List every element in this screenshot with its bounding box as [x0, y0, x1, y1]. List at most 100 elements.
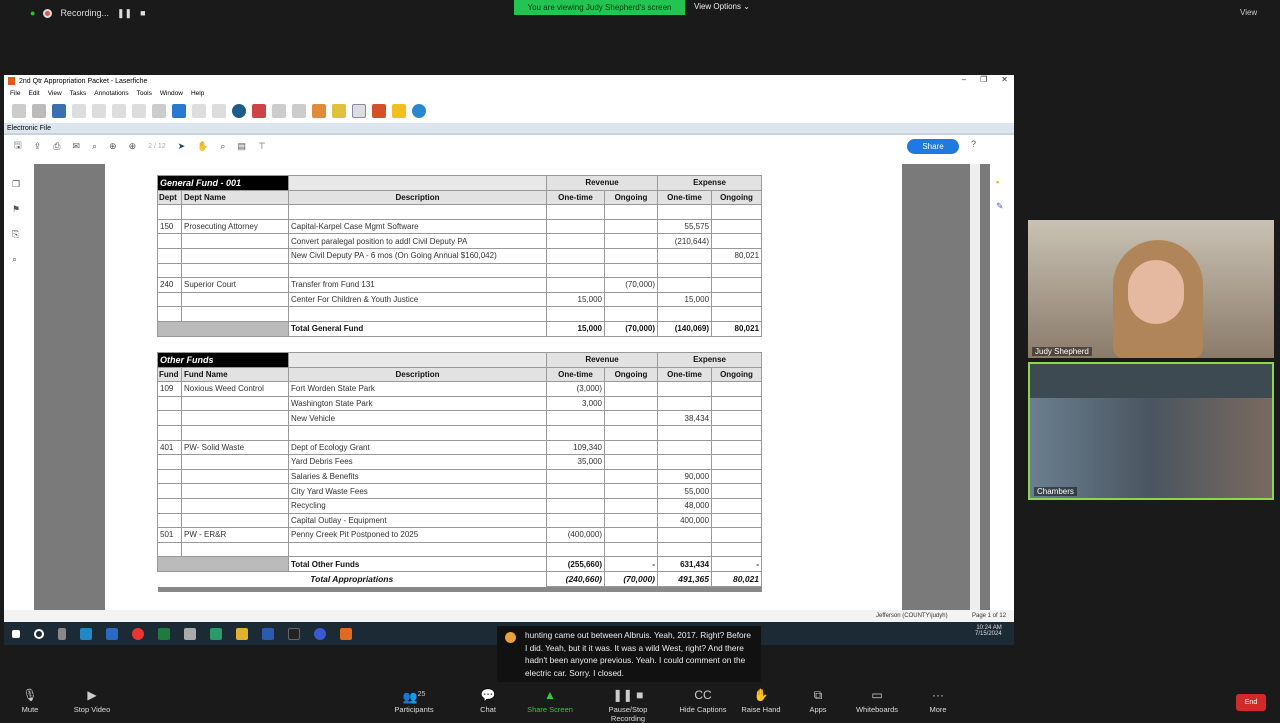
ocr-icon[interactable]	[232, 104, 246, 118]
email-icon[interactable]: ✉	[72, 141, 80, 152]
search-icon[interactable]	[34, 628, 44, 639]
fields-icon[interactable]	[312, 104, 326, 118]
view-button[interactable]: View	[1240, 8, 1257, 17]
star-icon[interactable]	[392, 104, 406, 118]
chrome-icon[interactable]	[132, 627, 144, 640]
more-icon: ···	[932, 688, 944, 702]
participants-button[interactable]: 👥25 Participants	[384, 685, 444, 714]
grand-total-cell: 491,365	[657, 570, 713, 587]
end-button[interactable]: End	[1236, 694, 1266, 711]
menu-edit[interactable]: Edit	[28, 90, 39, 97]
forward-icon[interactable]	[172, 104, 186, 118]
previous-page-icon[interactable]: ⊕	[109, 141, 117, 152]
tool-icon[interactable]	[72, 104, 86, 118]
comment-icon[interactable]: ▪	[996, 170, 1014, 194]
print-icon[interactable]	[32, 104, 46, 118]
task-view-icon[interactable]	[58, 627, 66, 640]
chat-button[interactable]: 💬 Chat	[458, 685, 518, 714]
page-icon[interactable]	[352, 104, 366, 118]
pause-recording-icon[interactable]: ❚❚	[117, 8, 132, 19]
upload-icon[interactable]: ⇪	[34, 141, 42, 152]
word-icon[interactable]	[262, 627, 274, 640]
text-icon[interactable]	[272, 104, 286, 118]
zoom-app-icon[interactable]	[314, 627, 326, 640]
attachment-icon[interactable]: ⎘	[12, 222, 34, 247]
raise-hand-button[interactable]: ✋ Raise Hand	[731, 685, 791, 714]
page-indicator[interactable]: 2 / 12	[148, 143, 166, 150]
back-icon[interactable]	[152, 104, 166, 118]
cell	[657, 395, 713, 412]
tool-icon[interactable]	[92, 104, 106, 118]
annotation-icon[interactable]: ✎	[996, 194, 1014, 218]
menu-window[interactable]: Window	[160, 90, 183, 97]
close-button[interactable]: ✕	[1001, 75, 1008, 84]
table-row	[157, 541, 763, 558]
bookmark-icon[interactable]: ⚑	[12, 197, 34, 222]
cell	[181, 483, 289, 499]
hand-icon[interactable]: ✋	[197, 141, 208, 152]
outlook-icon[interactable]	[106, 627, 118, 640]
save-icon[interactable]: 🖫	[14, 138, 22, 154]
apps-button[interactable]: ⧉ Apps	[788, 685, 848, 714]
menu-file[interactable]: File	[10, 90, 20, 97]
vertical-scrollbar[interactable]	[970, 164, 980, 610]
app-icon[interactable]	[184, 627, 196, 640]
view-options-button[interactable]: View Options ⌄	[694, 2, 750, 11]
taskbar-clock: 10:24 AM 7/15/2024	[975, 625, 1002, 637]
tool-icon[interactable]	[192, 104, 206, 118]
stop-recording-icon[interactable]: ■	[140, 8, 145, 18]
menu-tools[interactable]: Tools	[137, 90, 152, 97]
table-row: Yard Debris Fees 35,000	[157, 454, 763, 470]
refresh-icon[interactable]	[212, 104, 226, 118]
fit-page-icon[interactable]: ▤	[237, 141, 246, 152]
select-icon[interactable]: ➤	[178, 141, 186, 152]
stop-video-button[interactable]: ▶ Stop Video	[62, 685, 122, 714]
whiteboards-button[interactable]: ▭ Whiteboards	[847, 685, 907, 714]
search-icon[interactable]: ⌕	[92, 141, 97, 152]
total-cell: Total General Fund	[288, 320, 547, 337]
pen-icon[interactable]	[52, 104, 66, 118]
thumbnail-icon[interactable]	[252, 104, 266, 118]
next-page-icon[interactable]: ⊕	[129, 141, 137, 152]
tool-icon[interactable]	[112, 104, 126, 118]
list-icon[interactable]	[292, 104, 306, 118]
cell: Penny Creek Pit Postponed to 2025	[288, 527, 547, 543]
menu-help[interactable]: Help	[191, 90, 204, 97]
maximize-button[interactable]: ❐	[980, 75, 987, 84]
menu-tasks[interactable]: Tasks	[70, 90, 87, 97]
app-icon[interactable]	[210, 627, 222, 640]
minimize-button[interactable]: –	[962, 75, 966, 84]
acrobat-icon[interactable]	[288, 627, 300, 640]
start-icon[interactable]	[12, 629, 20, 638]
bug-icon[interactable]	[372, 104, 386, 118]
laserfiche-taskbar-icon[interactable]	[340, 627, 352, 640]
grand-total-label: Total Appropriations	[310, 573, 394, 584]
search-icon[interactable]: ⌕	[12, 247, 34, 272]
zoom-icon[interactable]: ⌕	[220, 141, 225, 152]
hide-captions-button[interactable]: CC Hide Captions	[673, 685, 733, 714]
mute-button[interactable]: 🎙 Mute	[0, 685, 60, 714]
share-screen-button[interactable]: ▲ Share Screen	[520, 685, 580, 714]
tool-icon[interactable]	[132, 104, 146, 118]
menu-annotations[interactable]: Annotations	[94, 90, 128, 97]
share-button[interactable]: Share	[907, 139, 959, 154]
print-icon[interactable]: ⎙	[53, 141, 60, 152]
file-explorer-icon[interactable]	[236, 627, 248, 640]
recording-button[interactable]: ❚❚ ■ Pause/Stop Recording	[592, 685, 664, 723]
excel-icon[interactable]	[158, 627, 170, 640]
calculator-icon[interactable]	[80, 627, 92, 640]
save-icon[interactable]	[12, 104, 26, 118]
help-icon[interactable]	[412, 104, 426, 118]
folder-icon[interactable]	[332, 104, 346, 118]
video-tile-judy[interactable]: Judy Shepherd	[1028, 220, 1274, 358]
cell: Prosecuting Attorney	[181, 218, 289, 235]
video-tile-chambers[interactable]: Chambers	[1028, 362, 1274, 500]
pages-icon[interactable]: ❐	[12, 172, 34, 197]
pin-icon[interactable]: ⊤	[258, 141, 266, 152]
column-header: One-time	[546, 189, 605, 206]
help-icon[interactable]: ?	[971, 139, 976, 149]
menu-view[interactable]: View	[48, 90, 62, 97]
cell	[181, 454, 289, 470]
more-button[interactable]: ··· More	[908, 685, 968, 714]
cell	[711, 424, 763, 441]
